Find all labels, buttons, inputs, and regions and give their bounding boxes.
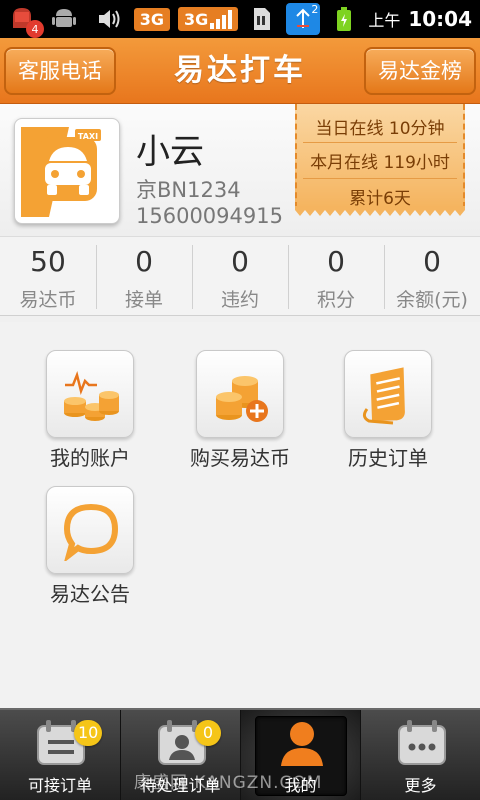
taxi-tag: TAXI xyxy=(78,132,98,141)
calendar-dots-icon xyxy=(398,720,446,765)
my-account-button[interactable] xyxy=(46,350,134,438)
status-bar-left: 4 xyxy=(8,4,80,38)
online-time-ribbon: 当日在线 10分钟 本月在线 119小时 累计6天 xyxy=(295,104,465,218)
order-history-label: 历史订单 xyxy=(348,446,428,470)
buy-coins-label: 购买易达币 xyxy=(190,446,290,470)
notification-icon: 4 xyxy=(8,4,44,38)
wifi-signal-icon: 2 xyxy=(286,3,321,35)
stat-balance: 0 余额(元) xyxy=(384,237,480,317)
title-bar: 易达打车 客服电话 易达金榜 xyxy=(0,38,480,104)
announcements-label: 易达公告 xyxy=(50,582,130,606)
watermark: 康盛网 KANGZN.COM xyxy=(134,773,323,793)
network-3g-icon: 3G xyxy=(133,7,171,31)
tab-more[interactable]: 更多 xyxy=(360,710,480,800)
stats-row: 50 易达币 0 接单 0 违约 0 积分 0 余额(元) xyxy=(0,236,480,316)
online-month: 本月在线 119小时 xyxy=(310,153,450,173)
phone-number: 15600094915 xyxy=(136,204,283,228)
online-total-days: 累计6天 xyxy=(349,189,411,209)
receipt-icon xyxy=(362,367,405,425)
android-icon xyxy=(48,4,80,34)
stat-value: 0 xyxy=(423,245,441,278)
stat-accepted: 0 接单 xyxy=(96,237,192,317)
tab-badge: 0 xyxy=(195,720,221,746)
volume-icon xyxy=(94,4,126,34)
function-grid: 我的账户 购买易达币 历史订单 易达公告 xyxy=(0,322,480,708)
leaderboard-button[interactable]: 易达金榜 xyxy=(364,47,476,95)
speech-bubble-icon xyxy=(63,503,119,561)
buy-coins-button[interactable] xyxy=(196,350,284,438)
avatar[interactable]: TAXI xyxy=(14,118,120,224)
license-plate: 京BN1234 xyxy=(136,178,241,202)
taxi-icon: TAXI xyxy=(21,127,101,217)
bottom-tab-bar: 10 可接订单 0 待处理订单 我的 更多 康盛网 KANGZN.COM xyxy=(0,708,480,800)
network-signal-icon: 3G xyxy=(178,7,239,31)
time-period: 上午 xyxy=(368,11,401,30)
tab-badge: 10 xyxy=(74,720,103,746)
person-icon xyxy=(281,722,323,766)
buy-coins-icon xyxy=(216,376,268,422)
online-today: 当日在线 10分钟 xyxy=(315,119,445,139)
customer-service-button[interactable]: 客服电话 xyxy=(4,47,116,95)
announcements-button[interactable] xyxy=(46,486,134,574)
notification-badge: 4 xyxy=(26,20,44,38)
tab-label: 可接订单 xyxy=(27,776,92,795)
clock: 10:04 xyxy=(408,7,472,31)
stat-label: 积分 xyxy=(316,289,355,311)
status-bar-right: 3G 3G 2 上午 10:04 xyxy=(94,3,472,35)
stat-violations: 0 违约 xyxy=(192,237,288,317)
sim-icon xyxy=(246,4,278,34)
driver-profile: TAXI 小云 京BN1234 15600094915 当日在线 10分钟 本月… xyxy=(0,104,480,236)
status-bar: 4 3G 3G 2 上午 10:04 xyxy=(0,0,480,38)
coins-chart-icon xyxy=(64,370,119,421)
stat-value: 0 xyxy=(231,245,249,278)
stat-label: 接单 xyxy=(124,289,163,311)
stat-points: 0 积分 xyxy=(288,237,384,317)
tab-label: 更多 xyxy=(404,776,437,795)
my-account-label: 我的账户 xyxy=(50,446,130,470)
tab-available-orders[interactable]: 10 可接订单 xyxy=(0,710,120,800)
stat-label: 违约 xyxy=(220,289,259,311)
driver-name: 小云 xyxy=(136,132,204,172)
stat-coins: 50 易达币 xyxy=(0,237,96,317)
battery-icon xyxy=(328,4,360,34)
stat-label: 易达币 xyxy=(19,289,77,311)
order-history-button[interactable] xyxy=(344,350,432,438)
stat-value: 50 xyxy=(30,245,66,278)
stat-value: 0 xyxy=(327,245,345,278)
network-3g-alt-label: 3G xyxy=(184,9,209,29)
signal-badge: 2 xyxy=(311,3,319,16)
stat-label: 余额(元) xyxy=(396,289,468,311)
stat-value: 0 xyxy=(135,245,153,278)
